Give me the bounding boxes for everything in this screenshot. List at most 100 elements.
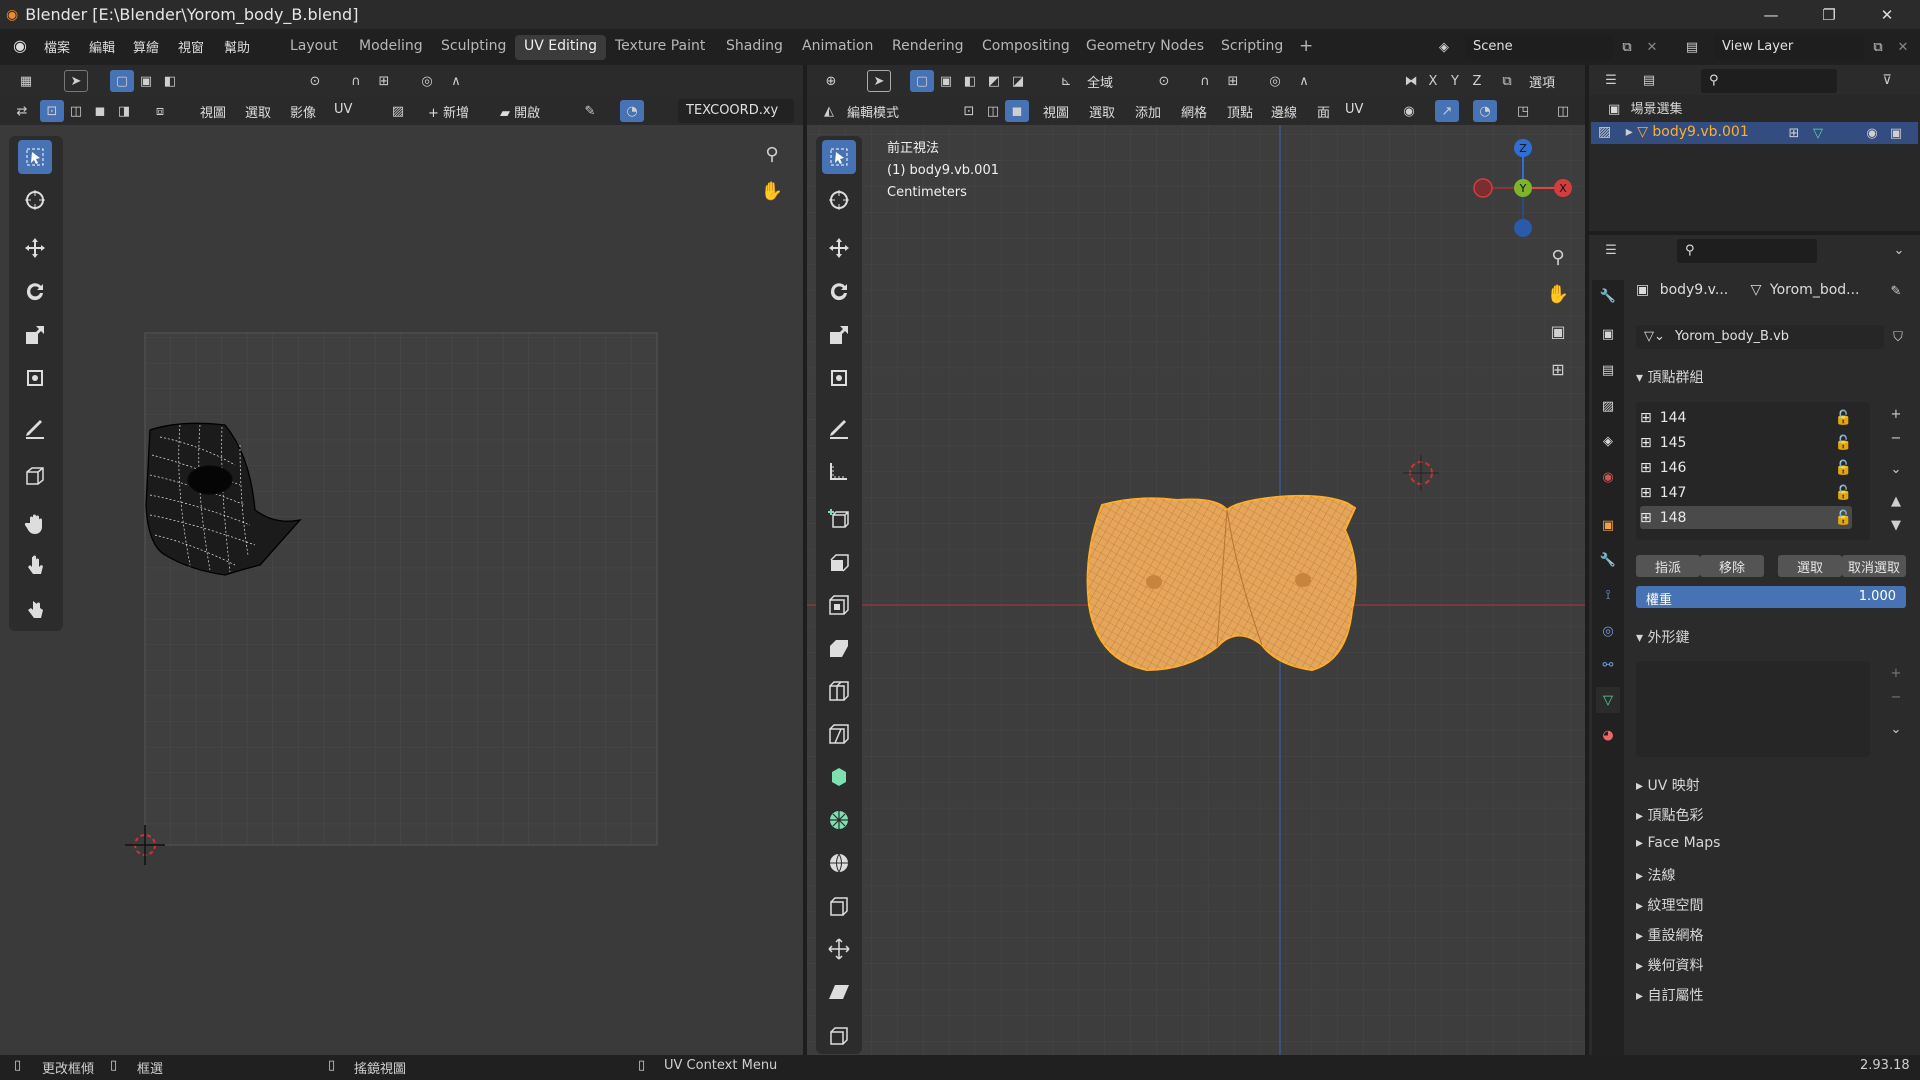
minimize-button[interactable]: —: [1748, 0, 1794, 29]
auto-merge-icon[interactable]: ⧉: [1495, 70, 1519, 92]
viewport-menu-face[interactable]: 面: [1317, 102, 1330, 121]
snap-icon[interactable]: ∩: [344, 70, 368, 92]
vertex-group-item-selected[interactable]: ⊞ 148 🔓: [1640, 506, 1852, 529]
mesh-edit-overlay-icon[interactable]: ◳: [1511, 100, 1535, 122]
viewport-select-icon[interactable]: ➤: [867, 70, 891, 92]
menu-render[interactable]: 算繪: [133, 37, 159, 56]
uv-zoom-icon[interactable]: ⚲: [760, 143, 784, 165]
output-tab-icon[interactable]: ▤: [1596, 357, 1620, 383]
uv-pan-icon[interactable]: ✋: [760, 180, 784, 202]
grab-tool-icon[interactable]: [18, 507, 52, 541]
editor-type-icon[interactable]: ▦: [14, 70, 38, 92]
shape-key-specials-icon[interactable]: ⌄: [1884, 718, 1908, 740]
shape-keys-header[interactable]: ▾ 外形鍵: [1636, 627, 1689, 647]
menu-file[interactable]: 檔案: [44, 37, 70, 56]
vertex-group-item[interactable]: ⊞ 147 🔓: [1640, 481, 1852, 504]
section-normals[interactable]: ▸ 法線: [1636, 865, 1675, 885]
tab-rendering[interactable]: Rendering: [883, 35, 973, 60]
remove-view-layer-icon[interactable]: ✕: [1891, 36, 1915, 58]
face-select-mode-icon[interactable]: ◼: [1005, 100, 1029, 122]
snap-target-icon[interactable]: ⊞: [372, 70, 396, 92]
mesh-name-field[interactable]: ▽⌄ Yorom_body_B.vb: [1636, 325, 1884, 349]
loop-cut-tool-icon[interactable]: [822, 674, 856, 708]
viewport-falloff-icon[interactable]: ∧: [1292, 70, 1316, 92]
pin-properties-icon[interactable]: ✎: [1884, 280, 1908, 302]
render-camera-icon[interactable]: ▣: [1884, 122, 1908, 144]
vertex-group-item[interactable]: ⊞ 145 🔓: [1640, 431, 1852, 454]
view-layer-field[interactable]: View Layer: [1714, 35, 1864, 59]
viewport-menu-add[interactable]: 添加: [1135, 102, 1161, 121]
uv-face-mode-icon[interactable]: ◼: [88, 100, 112, 122]
uv-menu-uv[interactable]: UV: [334, 102, 352, 117]
close-button[interactable]: ✕: [1864, 0, 1910, 29]
sync-selection-icon[interactable]: ⇄: [10, 100, 34, 122]
view-layer-tab-icon[interactable]: ▨: [1596, 393, 1620, 419]
viewport-box-subtract-icon[interactable]: ◧: [958, 70, 982, 92]
shear-tool-icon[interactable]: [822, 975, 856, 1009]
add-workspace-button[interactable]: +: [1290, 33, 1322, 58]
extrude-tool-icon[interactable]: [822, 545, 856, 579]
open-image-button[interactable]: ▰ 開啟: [500, 102, 540, 121]
uv-menu-image[interactable]: 影像: [290, 102, 316, 121]
maximize-button[interactable]: ❐: [1806, 0, 1852, 29]
tab-modeling[interactable]: Modeling: [350, 35, 432, 60]
tab-animation[interactable]: Animation: [793, 35, 882, 60]
lock-icon[interactable]: 🔓: [1835, 435, 1852, 451]
knife-tool-icon[interactable]: [822, 717, 856, 751]
transform-tool-icon[interactable]: [18, 361, 52, 395]
lock-icon[interactable]: 🔓: [1835, 410, 1852, 426]
world-tab-icon[interactable]: ◉: [1596, 464, 1620, 490]
proportional-edit-icon[interactable]: ◎: [415, 70, 439, 92]
uv-island-mode-icon[interactable]: ◨: [112, 100, 136, 122]
gizmo-icon[interactable]: ↗: [1435, 100, 1459, 122]
object-tab-icon[interactable]: ▣: [1596, 512, 1620, 538]
tab-shading[interactable]: Shading: [717, 35, 792, 60]
shrink-fatten-tool-icon[interactable]: [822, 932, 856, 966]
vp-cursor-tool-icon[interactable]: [822, 183, 856, 217]
viewport-box-extend-icon[interactable]: ▣: [934, 70, 958, 92]
vertex-groups-header[interactable]: ▾ 頂點群組: [1636, 367, 1703, 387]
camera-view-icon[interactable]: ▣: [1546, 320, 1570, 342]
box-subtract-icon[interactable]: ◧: [158, 70, 182, 92]
deselect-button[interactable]: 取消選取: [1842, 555, 1906, 577]
display-mode-icon[interactable]: ▤: [1637, 69, 1661, 91]
data-tab-icon[interactable]: ▽: [1596, 687, 1620, 713]
remove-button[interactable]: 移除: [1700, 555, 1764, 577]
sticky-select-icon[interactable]: ⧈: [148, 100, 172, 122]
modifiers-tab-icon[interactable]: 🔧: [1596, 547, 1620, 573]
section-geometry-data[interactable]: ▸ 幾何資料: [1636, 955, 1703, 975]
scale-tool-icon[interactable]: [18, 318, 52, 352]
render-tab-icon[interactable]: ▣: [1596, 321, 1620, 347]
select-button[interactable]: 選取: [1778, 555, 1842, 577]
viewport-box-select-icon[interactable]: ▢: [910, 70, 934, 92]
menu-window[interactable]: 視窗: [178, 37, 204, 56]
section-texture-space[interactable]: ▸ 紋理空間: [1636, 895, 1703, 915]
tab-compositing[interactable]: Compositing: [973, 35, 1079, 60]
viewport-proportional-icon[interactable]: ◎: [1263, 70, 1287, 92]
rip-tool-icon[interactable]: [822, 1018, 856, 1052]
viewport-menu-uv[interactable]: UV: [1345, 102, 1363, 117]
rotate-tool-icon[interactable]: [18, 274, 52, 308]
uv-canvas[interactable]: [0, 125, 803, 1055]
viewport-menu-mesh[interactable]: 網格: [1181, 102, 1207, 121]
section-remesh[interactable]: ▸ 重設網格: [1636, 925, 1703, 945]
measure-tool-icon[interactable]: [822, 454, 856, 488]
uv-overlay-icon[interactable]: ◔: [620, 100, 644, 122]
viewport-menu-vertex[interactable]: 頂點: [1227, 102, 1253, 121]
constraints-tab-icon[interactable]: ⚯: [1596, 652, 1620, 678]
poly-build-tool-icon[interactable]: [822, 760, 856, 794]
lock-icon[interactable]: 🔓: [1835, 485, 1852, 501]
pin-icon[interactable]: ✎: [578, 100, 602, 122]
scene-browse-icon[interactable]: ◈: [1432, 36, 1456, 58]
uv-vertex-mode-icon[interactable]: ⊡: [40, 100, 64, 122]
transform-orientation-label[interactable]: 全域: [1087, 72, 1113, 91]
menu-edit[interactable]: 編輯: [89, 37, 115, 56]
outliner-type-icon[interactable]: ☰: [1599, 69, 1623, 91]
options-dropdown[interactable]: 選項: [1529, 72, 1555, 91]
viewport-zoom-icon[interactable]: ⚲: [1546, 246, 1570, 268]
particles-tab-icon[interactable]: ⟟: [1596, 582, 1620, 608]
visibility-icon[interactable]: ◉: [1397, 100, 1421, 122]
tool-tab-icon[interactable]: 🔧: [1596, 283, 1620, 309]
tab-scripting[interactable]: Scripting: [1212, 35, 1292, 60]
section-uv-maps[interactable]: ▸ UV 映射: [1636, 775, 1700, 795]
